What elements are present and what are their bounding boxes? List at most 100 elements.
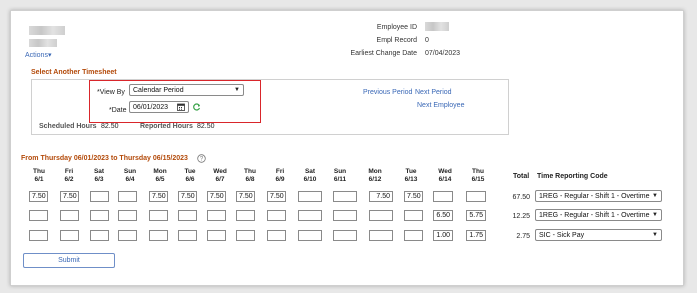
hours-input[interactable] — [333, 210, 357, 221]
total-header: Total — [513, 173, 530, 180]
day-of-week: Fri — [64, 168, 74, 175]
hours-input[interactable] — [298, 210, 322, 221]
empl-record-label: Empl Record — [376, 37, 417, 44]
refresh-icon[interactable] — [193, 103, 201, 111]
hours-input[interactable] — [149, 230, 168, 241]
day-of-week: Wed — [213, 168, 227, 175]
row-total: 12.25 — [512, 213, 530, 220]
trc-header: Time Reporting Code — [537, 173, 608, 180]
day-column-header: Sat 6/10 — [295, 168, 325, 183]
hours-input[interactable] — [178, 210, 197, 221]
hours-input[interactable] — [118, 210, 137, 221]
day-column-header: Mon 6/12 — [360, 168, 390, 183]
hours-input[interactable] — [178, 230, 197, 241]
hours-input[interactable]: 7.50 — [207, 191, 226, 202]
chevron-down-icon: ▼ — [652, 232, 658, 238]
date-input[interactable]: 06/01/2023 — [129, 101, 189, 113]
scheduled-hours-value: 82.50 — [101, 123, 119, 130]
day-of-week: Wed — [438, 168, 452, 175]
hours-input[interactable] — [404, 230, 423, 241]
hours-input[interactable]: 1.75 — [466, 230, 486, 241]
view-by-label: *View By — [97, 89, 125, 96]
hours-input[interactable] — [90, 210, 109, 221]
calendar-icon[interactable] — [177, 103, 185, 111]
day-date: 6/1 — [34, 175, 44, 183]
hours-input[interactable]: 7.50 — [404, 191, 423, 202]
day-date: 6/11 — [333, 175, 347, 183]
timesheet-panel: Actions▾ Employee ID Empl Record 0 Earli… — [10, 10, 684, 286]
hours-input[interactable]: 5.75 — [466, 210, 486, 221]
hours-input[interactable] — [433, 191, 453, 202]
hours-input[interactable]: 7.50 — [236, 191, 255, 202]
hours-input[interactable] — [60, 210, 79, 221]
day-column-header: Wed 6/7 — [205, 168, 235, 183]
hours-input[interactable] — [333, 230, 357, 241]
trc-value: 1REG - Regular - Shift 1 - Overtime — [539, 192, 650, 200]
hours-input[interactable]: 1.00 — [433, 230, 453, 241]
hours-input[interactable]: 7.50 — [178, 191, 197, 202]
help-icon[interactable]: ? — [197, 154, 206, 163]
hours-input[interactable] — [90, 191, 109, 202]
day-date: 6/2 — [64, 175, 74, 183]
hours-input[interactable] — [118, 230, 137, 241]
next-employee-link[interactable]: Next Employee — [417, 102, 464, 109]
chevron-down-icon: ▼ — [234, 87, 240, 93]
hours-input[interactable] — [236, 230, 255, 241]
hours-input[interactable]: 7.50 — [267, 191, 286, 202]
day-column-header: Thu 6/8 — [235, 168, 265, 183]
trc-select[interactable]: 1REG - Regular - Shift 1 - Overtime ▼ — [535, 209, 662, 221]
day-column-header: Fri 6/2 — [54, 168, 84, 183]
trc-select[interactable]: 1REG - Regular - Shift 1 - Overtime ▼ — [535, 190, 662, 202]
hours-input[interactable] — [236, 210, 255, 221]
day-of-week: Mon — [368, 168, 382, 175]
earliest-change-value: 07/04/2023 — [425, 50, 461, 57]
view-by-select[interactable]: Calendar Period ▼ — [129, 84, 244, 96]
hours-input[interactable] — [90, 230, 109, 241]
day-date: 6/4 — [125, 175, 135, 183]
hours-input[interactable]: 7.50 — [60, 191, 79, 202]
day-date: 6/5 — [155, 175, 165, 183]
hours-input[interactable]: 7.50 — [369, 191, 393, 202]
hours-input[interactable] — [369, 210, 393, 221]
day-date: 6/12 — [368, 175, 382, 183]
day-column-header: Wed 6/14 — [430, 168, 460, 183]
hours-input[interactable] — [267, 210, 286, 221]
next-period-link[interactable]: Next Period — [415, 89, 452, 96]
hours-input[interactable] — [298, 230, 322, 241]
hours-input[interactable] — [60, 230, 79, 241]
hours-input[interactable] — [369, 230, 393, 241]
submit-button[interactable]: Submit — [23, 253, 115, 268]
day-column-header: Tue 6/6 — [175, 168, 205, 183]
day-date: 6/10 — [303, 175, 317, 183]
row-total: 2.75 — [516, 233, 530, 240]
trc-value: SIC - Sick Pay — [539, 231, 585, 239]
earliest-change-label: Earliest Change Date — [350, 50, 417, 57]
hours-input[interactable] — [29, 230, 48, 241]
hours-input[interactable]: 6.50 — [433, 210, 453, 221]
previous-period-link[interactable]: Previous Period — [363, 89, 412, 96]
hours-input[interactable] — [267, 230, 286, 241]
actions-menu[interactable]: Actions▾ — [25, 51, 51, 59]
day-of-week: Sun — [333, 168, 347, 175]
hours-input[interactable] — [404, 210, 423, 221]
day-column-header: Tue 6/13 — [396, 168, 426, 183]
day-column-header: Thu 6/1 — [24, 168, 54, 183]
hours-input[interactable] — [298, 191, 322, 202]
period-title-text: From Thursday 06/01/2023 to Thursday 06/… — [21, 155, 188, 162]
hours-input[interactable] — [118, 191, 137, 202]
day-of-week: Sun — [123, 168, 137, 175]
trc-select[interactable]: SIC - Sick Pay ▼ — [535, 229, 662, 241]
hours-input[interactable]: 7.50 — [29, 191, 48, 202]
hours-input[interactable] — [207, 210, 226, 221]
hours-input[interactable] — [466, 191, 486, 202]
actions-label: Actions — [25, 52, 48, 59]
hours-input[interactable] — [29, 210, 48, 221]
day-column-header: Sat 6/3 — [84, 168, 114, 183]
hours-input[interactable] — [333, 191, 357, 202]
day-date: 6/9 — [275, 175, 285, 183]
hours-input[interactable] — [149, 210, 168, 221]
day-date: 6/3 — [94, 175, 104, 183]
day-column-header: Sun 6/4 — [115, 168, 145, 183]
hours-input[interactable]: 7.50 — [149, 191, 168, 202]
hours-input[interactable] — [207, 230, 226, 241]
